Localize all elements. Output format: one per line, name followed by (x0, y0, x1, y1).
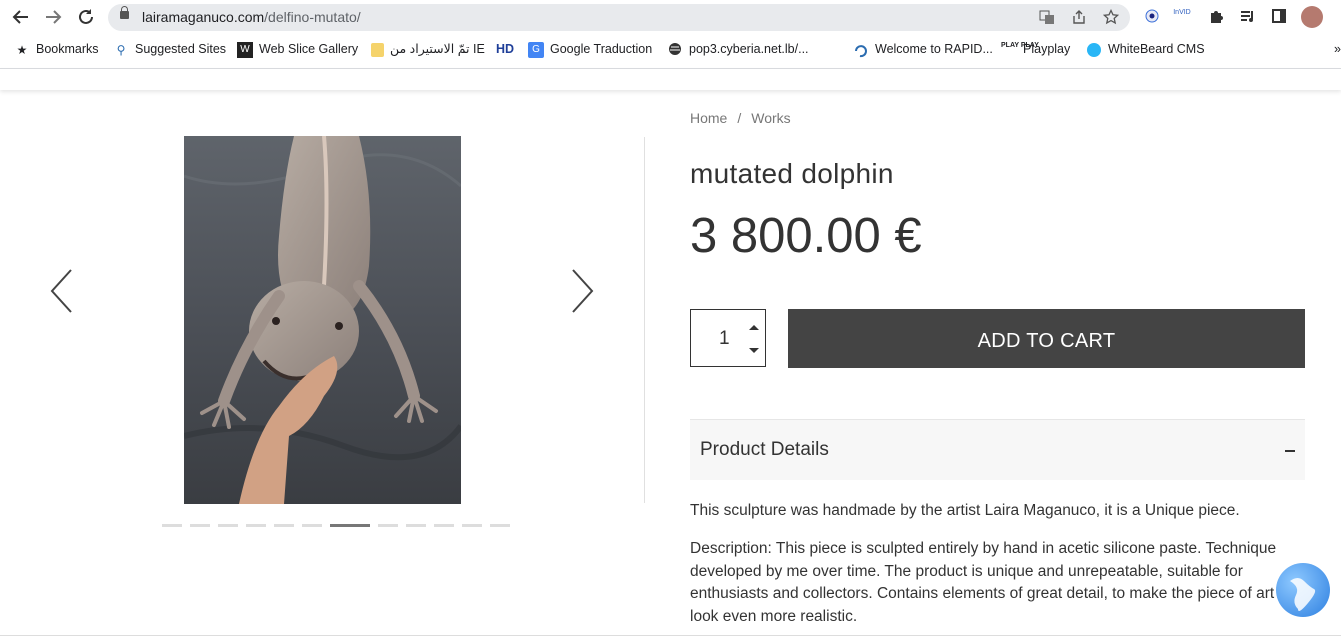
star-icon: ★ (16, 42, 28, 57)
hd-icon: HD (496, 42, 515, 56)
quantity-decrease-icon[interactable] (749, 348, 759, 353)
forward-icon[interactable] (42, 6, 64, 28)
share-icon[interactable] (1070, 9, 1088, 27)
prev-slide-arrow-icon[interactable] (49, 268, 75, 314)
globe-icon (667, 42, 683, 58)
side-panel-icon[interactable] (1270, 8, 1288, 26)
quantity-stepper[interactable]: 1 (690, 309, 766, 367)
breadcrumb-separator: / (737, 110, 742, 126)
slide-indicator[interactable] (490, 524, 510, 527)
bookmark-label: Bookmarks (36, 42, 99, 56)
bookmark-hd[interactable]: HD (496, 38, 514, 60)
bookmark-imported-ie[interactable]: تمّ الاستيراد من IE (371, 38, 485, 60)
product-details-accordion[interactable]: Product Details (690, 419, 1305, 480)
translate-page-icon[interactable] (1038, 9, 1056, 27)
bookmark-label: Google Traduction (550, 42, 653, 56)
translate-icon: G (528, 41, 544, 58)
bookmark-google-traduction[interactable]: G Google Traduction (528, 38, 652, 60)
breadcrumb-works[interactable]: Works (751, 110, 790, 126)
add-to-cart-button[interactable]: ADD TO CART (788, 309, 1305, 368)
slide-indicator[interactable] (190, 524, 210, 527)
bookmarks-overflow-icon[interactable]: » (1334, 38, 1341, 60)
product-image[interactable] (184, 136, 461, 504)
product-price: 3 800.00 € (690, 209, 922, 263)
bookmark-label: Suggested Sites (135, 42, 227, 56)
extension-eye-icon[interactable] (1143, 8, 1161, 26)
bookmark-label: WhiteBeard CMS (1108, 42, 1205, 56)
bookmark-label: تمّ الاستيراد من IE (390, 42, 485, 56)
bookmark-rapid[interactable]: Welcome to RAPID... (853, 38, 993, 60)
bookmark-whitebeard[interactable]: WhiteBeard CMS (1086, 38, 1205, 60)
url-path: /delfino-mutato/ (264, 9, 361, 25)
bookmark-playplay[interactable]: PLAY PLAYPlayplay (1001, 38, 1070, 60)
lock-icon (120, 6, 129, 19)
slide-indicator[interactable] (406, 524, 426, 527)
slide-indicator[interactable] (162, 524, 182, 527)
rapid-icon (853, 42, 869, 58)
site-header (0, 69, 1341, 90)
slide-indicator[interactable] (330, 524, 370, 527)
slide-indicator[interactable] (246, 524, 266, 527)
product-description-summary: This sculpture was handmade by the artis… (690, 502, 1240, 519)
bookmark-web-slice-gallery[interactable]: W Web Slice Gallery (237, 38, 358, 60)
bookmark-label: Web Slice Gallery (259, 42, 359, 56)
next-slide-arrow-icon[interactable] (570, 268, 596, 314)
slide-indicator[interactable] (274, 524, 294, 527)
reload-icon[interactable] (75, 6, 97, 28)
invid-extension-icon[interactable]: InVID (1173, 8, 1191, 26)
invid-label: InVID (1173, 9, 1191, 16)
folder-icon (371, 42, 384, 57)
product-title: mutated dolphin (690, 158, 894, 189)
gallery-divider (644, 137, 645, 503)
slide-indicator[interactable] (378, 524, 398, 527)
bookmark-label: Welcome to RAPID... (875, 42, 993, 56)
collapse-minus-icon[interactable] (1285, 450, 1295, 452)
bookmark-suggested-sites[interactable]: ⚲ Suggested Sites (113, 38, 226, 60)
bookmark-label: Playplay (1023, 42, 1071, 56)
slide-indicator[interactable] (218, 524, 238, 527)
slide-indicator[interactable] (462, 524, 482, 527)
quantity-value[interactable]: 1 (719, 328, 730, 350)
search-icon: ⚲ (116, 42, 126, 57)
url-text[interactable]: lairamaganuco.com/delfino-mutato/ (142, 9, 361, 25)
address-bar[interactable]: lairamaganuco.com/delfino-mutato/ (108, 4, 1130, 31)
breadcrumb-home[interactable]: Home (690, 110, 727, 126)
bookmark-bookmarks[interactable]: ★ Bookmarks (14, 38, 99, 60)
whitebeard-icon (1086, 42, 1102, 58)
back-icon[interactable] (10, 6, 32, 28)
playplay-icon: PLAY PLAY (1001, 41, 1039, 49)
breadcrumb: Home / Works (690, 110, 801, 126)
language-globe-icon[interactable] (1276, 563, 1330, 617)
product-details-label: Product Details (700, 439, 829, 460)
bookmark-pop3[interactable]: pop3.cyberia.net.lb/... (667, 38, 809, 60)
profile-avatar[interactable] (1301, 6, 1323, 28)
page-bottom-divider (0, 635, 1341, 636)
media-queue-icon[interactable] (1238, 8, 1256, 26)
slide-indicator[interactable] (434, 524, 454, 527)
product-description-full: Description: This piece is sculpted enti… (690, 540, 1277, 625)
star-bookmark-icon[interactable] (1102, 8, 1120, 27)
puzzle-extensions-icon[interactable] (1207, 8, 1225, 26)
bookmark-label: pop3.cyberia.net.lb/... (689, 42, 809, 56)
browser-chrome: lairamaganuco.com/delfino-mutato/ InVID … (0, 0, 1341, 69)
url-domain: lairamaganuco.com (142, 9, 265, 25)
slide-indicator[interactable] (302, 524, 322, 527)
quantity-increase-icon[interactable] (749, 325, 759, 330)
web-slice-icon: W (237, 41, 253, 58)
